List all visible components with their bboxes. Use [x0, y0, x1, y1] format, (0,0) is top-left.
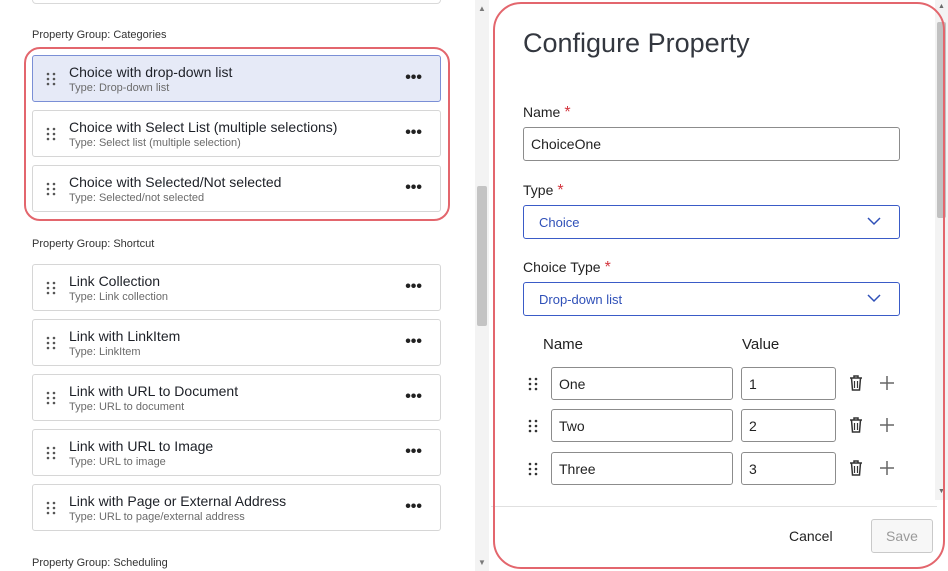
property-type: Type: Link collection: [69, 291, 169, 303]
group-label-categories: Property Group: Categories: [32, 29, 167, 41]
property-type: Type: LinkItem: [69, 346, 141, 358]
property-list-panel: Property Group: Categories Choice with d…: [0, 0, 475, 571]
property-type: Type: URL to page/external address: [69, 511, 245, 523]
options-column-value: Value: [742, 336, 780, 353]
trash-icon[interactable]: [848, 459, 864, 477]
scroll-down-arrow-icon[interactable]: ▼: [938, 488, 945, 495]
property-type: Type: URL to image: [69, 456, 166, 468]
option-name-input[interactable]: [551, 367, 733, 400]
trash-icon[interactable]: [848, 374, 864, 392]
property-title: Link with URL to Document: [69, 383, 239, 399]
type-label: Type *: [523, 182, 564, 199]
property-card-link-image[interactable]: Link with URL to Image Type: URL to imag…: [32, 429, 441, 476]
drag-handle-icon[interactable]: [45, 281, 57, 295]
plus-icon[interactable]: [879, 460, 895, 476]
property-card-link-page[interactable]: Link with Page or External Address Type:…: [32, 484, 441, 531]
scrollbar-thumb[interactable]: [937, 22, 946, 218]
annotation-highlight-categories: [24, 47, 450, 221]
dialog-scrollbar[interactable]: ▲ ▼: [935, 0, 948, 500]
scroll-down-arrow-icon[interactable]: ▼: [478, 558, 486, 567]
drag-handle-icon[interactable]: [45, 446, 57, 460]
more-options-icon[interactable]: •••: [405, 444, 422, 460]
type-select-value: Choice: [539, 215, 580, 230]
scrollbar-thumb[interactable]: [477, 186, 487, 326]
scroll-up-arrow-icon[interactable]: ▲: [478, 4, 486, 13]
drag-handle-icon[interactable]: [45, 391, 57, 405]
property-title: Link Collection: [69, 273, 161, 289]
required-marker: *: [564, 104, 571, 121]
more-options-icon[interactable]: •••: [405, 334, 422, 350]
chevron-down-icon: [867, 294, 881, 303]
property-title: Link with Page or External Address: [69, 493, 287, 509]
previous-card-stub: [32, 0, 441, 4]
drag-handle-icon[interactable]: [527, 377, 539, 391]
choice-type-select[interactable]: Drop-down list: [523, 282, 900, 316]
footer-divider: [491, 506, 937, 507]
property-card-link-collection[interactable]: Link Collection Type: Link collection ••…: [32, 264, 441, 311]
option-name-input[interactable]: [551, 409, 733, 442]
option-value-input[interactable]: [741, 452, 836, 485]
property-title: Link with URL to Image: [69, 438, 214, 454]
drag-handle-icon[interactable]: [527, 462, 539, 476]
property-type: Type: URL to document: [69, 401, 185, 413]
more-options-icon[interactable]: •••: [405, 389, 422, 405]
drag-handle-icon[interactable]: [527, 419, 539, 433]
name-label: Name *: [523, 104, 571, 121]
plus-icon[interactable]: [879, 417, 895, 433]
scroll-up-arrow-icon[interactable]: ▲: [938, 3, 945, 10]
left-scrollbar[interactable]: ▲ ▼: [475, 0, 489, 571]
option-name-input[interactable]: [551, 452, 733, 485]
required-marker: *: [604, 259, 611, 276]
group-label-scheduling: Property Group: Scheduling: [32, 557, 168, 569]
option-value-input[interactable]: [741, 367, 836, 400]
cancel-button[interactable]: Cancel: [789, 528, 833, 544]
configure-property-dialog: Configure Property Name* Type* Choice Ch…: [491, 0, 948, 571]
type-select[interactable]: Choice: [523, 205, 900, 239]
choice-type-label: Choice Type *: [523, 259, 611, 276]
plus-icon[interactable]: [879, 375, 895, 391]
property-card-link-linkitem[interactable]: Link with LinkItem Type: LinkItem •••: [32, 319, 441, 366]
required-marker: *: [557, 182, 564, 199]
property-title: Link with LinkItem: [69, 328, 181, 344]
choice-type-select-value: Drop-down list: [539, 292, 623, 307]
group-label-shortcut: Property Group: Shortcut: [32, 238, 155, 250]
option-row: [523, 367, 903, 401]
drag-handle-icon[interactable]: [45, 501, 57, 515]
option-row: [523, 452, 903, 486]
chevron-down-icon: [867, 217, 881, 226]
property-card-link-document[interactable]: Link with URL to Document Type: URL to d…: [32, 374, 441, 421]
option-value-input[interactable]: [741, 409, 836, 442]
more-options-icon[interactable]: •••: [405, 279, 422, 295]
trash-icon[interactable]: [848, 416, 864, 434]
more-options-icon[interactable]: •••: [405, 499, 422, 515]
name-input[interactable]: [523, 127, 900, 161]
dialog-title: Configure Property: [523, 28, 750, 58]
save-button[interactable]: Save: [871, 519, 933, 553]
options-column-name: Name: [543, 336, 584, 353]
option-row: [523, 409, 903, 443]
drag-handle-icon[interactable]: [45, 336, 57, 350]
